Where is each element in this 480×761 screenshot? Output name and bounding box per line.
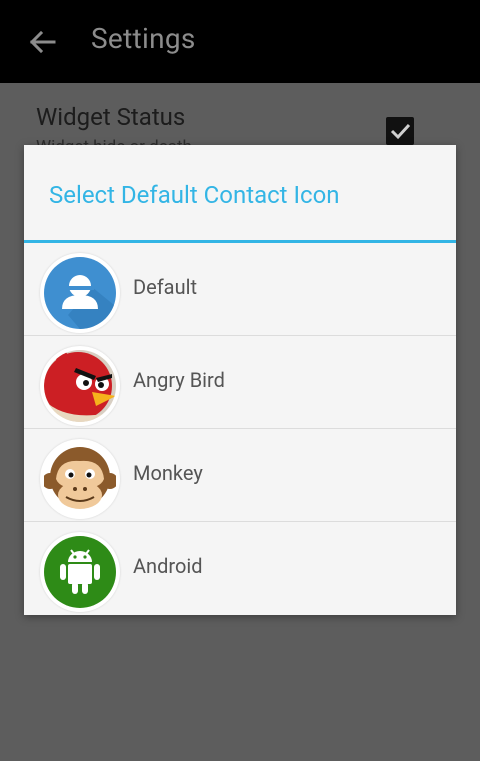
- widget-status-checkbox[interactable]: [386, 117, 414, 145]
- list-item-label: Android: [133, 554, 203, 578]
- list-item-label: Default: [133, 275, 197, 299]
- default-person-icon: [40, 253, 120, 333]
- widget-status-title[interactable]: Widget Status: [36, 103, 185, 131]
- monkey-icon: [40, 439, 120, 519]
- icon-options-list: Default Angry Bird Monkey Android: [24, 243, 456, 614]
- android-icon: [40, 532, 120, 612]
- list-item-label: Angry Bird: [133, 368, 225, 392]
- checkmark-icon: [390, 123, 411, 140]
- list-item-android[interactable]: Android: [24, 522, 456, 614]
- angry-bird-icon: [40, 346, 120, 426]
- select-contact-icon-dialog: Select Default Contact Icon Default Angr…: [24, 145, 456, 615]
- list-item-angry-bird[interactable]: Angry Bird: [24, 336, 456, 429]
- list-item-default[interactable]: Default: [24, 243, 456, 336]
- list-item-label: Monkey: [133, 461, 203, 485]
- app-bar: Settings: [0, 0, 480, 83]
- page-title: Settings: [91, 22, 196, 55]
- dialog-title: Select Default Contact Icon: [49, 181, 340, 209]
- arrow-back-icon[interactable]: [27, 27, 57, 57]
- list-item-monkey[interactable]: Monkey: [24, 429, 456, 522]
